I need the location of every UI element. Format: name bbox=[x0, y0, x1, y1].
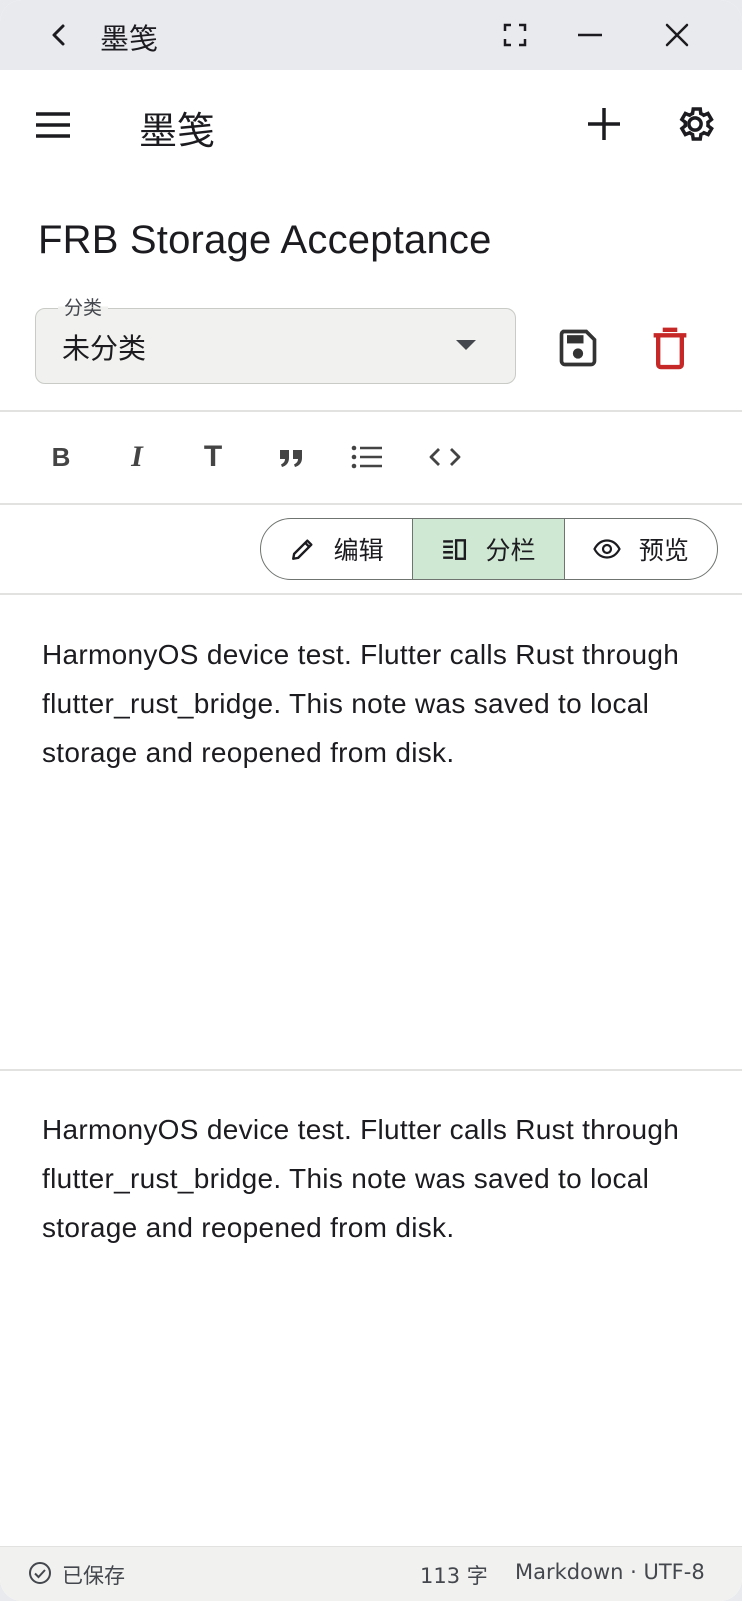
dropdown-arrow-icon bbox=[456, 340, 476, 350]
split-divider[interactable] bbox=[0, 1069, 742, 1071]
window-title: 墨笺 bbox=[100, 22, 159, 56]
add-icon[interactable] bbox=[584, 104, 624, 144]
save-icon[interactable] bbox=[556, 326, 600, 370]
list-icon bbox=[351, 445, 382, 469]
preview-content: HarmonyOS device test. Flutter calls Rus… bbox=[42, 1114, 680, 1243]
delete-icon[interactable] bbox=[650, 326, 690, 370]
divider bbox=[0, 503, 742, 505]
list-button[interactable] bbox=[350, 440, 384, 474]
save-status: 已保存 bbox=[62, 1564, 125, 1588]
editor-textarea[interactable]: HarmonyOS device test. Flutter calls Rus… bbox=[42, 630, 692, 777]
split-mode-label: 分栏 bbox=[485, 536, 536, 565]
category-value: 未分类 bbox=[62, 332, 147, 365]
italic-button[interactable]: I bbox=[120, 440, 154, 474]
char-count: 113 字 bbox=[420, 1564, 488, 1588]
view-mode-segmented: 编辑 分栏 预览 bbox=[260, 518, 718, 580]
file-format: Markdown · UTF-8 bbox=[515, 1560, 705, 1584]
split-mode-button[interactable]: 分栏 bbox=[412, 519, 565, 579]
check-circle-icon bbox=[29, 1562, 51, 1584]
pencil-icon bbox=[291, 539, 313, 560]
menu-icon[interactable] bbox=[34, 106, 72, 144]
quote-icon bbox=[280, 450, 302, 467]
minimize-icon[interactable] bbox=[575, 20, 605, 50]
preview-mode-button[interactable]: 预览 bbox=[565, 519, 717, 579]
quote-button[interactable] bbox=[274, 440, 308, 474]
divider bbox=[0, 593, 742, 595]
category-select[interactable]: 分类 未分类 bbox=[35, 293, 516, 384]
app-title: 墨笺 bbox=[139, 109, 216, 153]
split-icon bbox=[443, 539, 467, 560]
heading-button[interactable]: T bbox=[196, 440, 230, 474]
status-bar: 已保存 113 字 Markdown · UTF-8 bbox=[0, 1546, 742, 1601]
divider bbox=[0, 410, 742, 412]
app-window: 墨笺 墨笺 FRB Storage Acceptance 分类 未分类 B I … bbox=[0, 0, 742, 1601]
code-button[interactable] bbox=[428, 440, 462, 474]
edit-mode-label: 编辑 bbox=[333, 536, 384, 565]
settings-icon[interactable] bbox=[674, 103, 716, 145]
app-bar: 墨笺 bbox=[0, 70, 742, 180]
note-title[interactable]: FRB Storage Acceptance bbox=[38, 218, 492, 263]
bold-button[interactable]: B bbox=[44, 440, 78, 474]
maximize-icon[interactable] bbox=[500, 20, 530, 50]
preview-mode-label: 预览 bbox=[638, 536, 689, 565]
eye-icon bbox=[593, 539, 621, 559]
window-titlebar: 墨笺 bbox=[0, 0, 742, 70]
edit-mode-button[interactable]: 编辑 bbox=[261, 519, 412, 579]
code-icon bbox=[429, 448, 461, 466]
back-icon[interactable] bbox=[44, 20, 74, 50]
close-icon[interactable] bbox=[662, 20, 692, 50]
category-label: 分类 bbox=[58, 293, 109, 320]
